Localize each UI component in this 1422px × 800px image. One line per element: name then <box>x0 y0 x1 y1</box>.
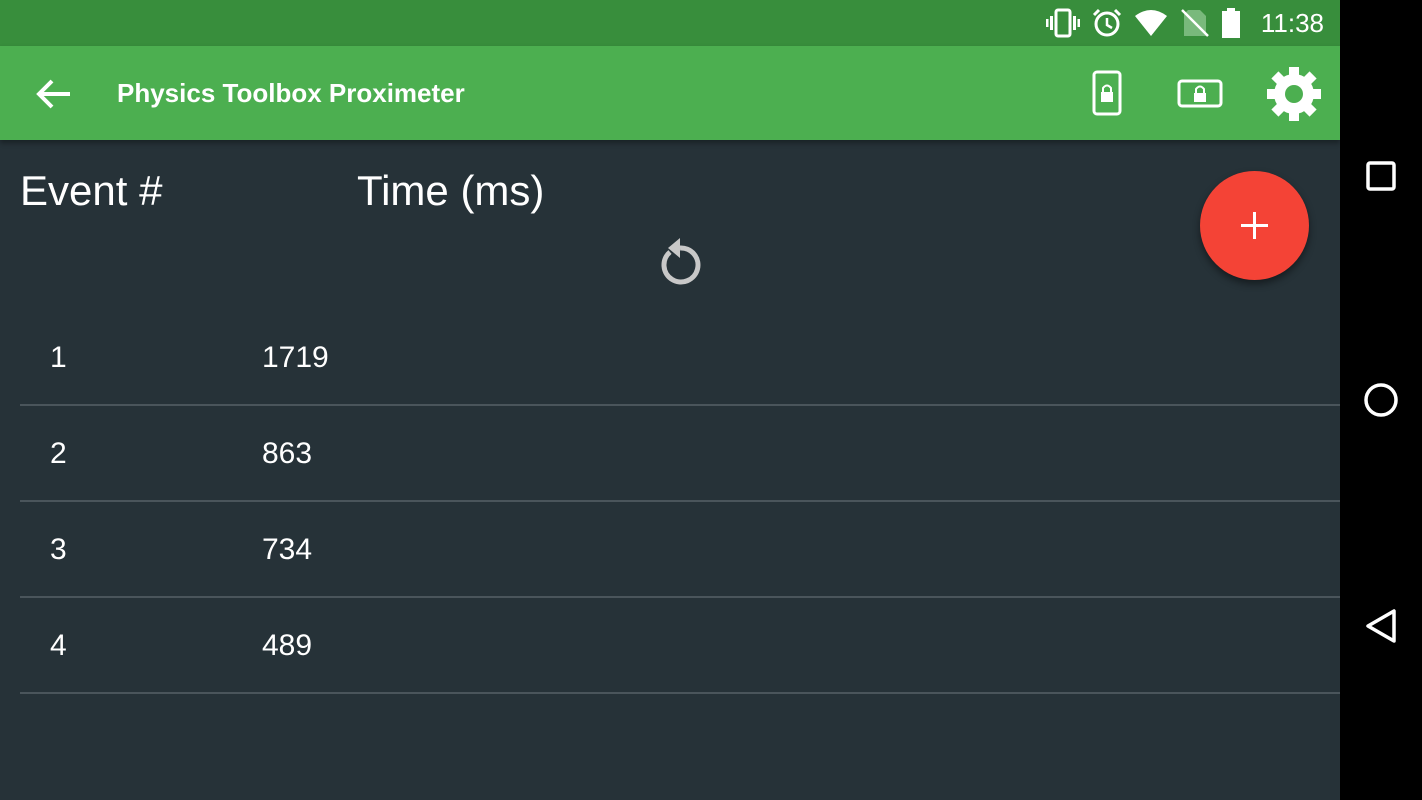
settings-button[interactable] <box>1264 64 1324 124</box>
event-table: 1 1719 2 863 3 734 4 489 <box>20 310 1340 694</box>
time-column-header: Time (ms) <box>357 167 545 214</box>
back-arrow-icon <box>36 79 70 109</box>
settings-gear-icon <box>1267 67 1321 121</box>
vibrate-icon <box>1046 8 1080 38</box>
time-cell: 863 <box>262 437 313 470</box>
plus-icon <box>1241 212 1268 239</box>
table-row: 2 863 <box>20 406 1340 502</box>
wifi-icon <box>1134 8 1168 38</box>
event-number-cell: 2 <box>50 437 67 470</box>
no-sim-icon <box>1178 8 1212 38</box>
home-button[interactable] <box>1357 376 1405 424</box>
app-title: Physics Toolbox Proximeter <box>117 78 465 108</box>
app-screen: 11:38 Physics Toolbox Proximeter Event #… <box>0 0 1340 800</box>
alarm-icon <box>1090 8 1124 38</box>
table-row: 4 489 <box>20 598 1340 694</box>
add-event-fab[interactable] <box>1200 171 1309 280</box>
status-clock: 11:38 <box>1260 8 1324 38</box>
lock-landscape-button[interactable] <box>1170 64 1230 124</box>
recents-square-icon <box>1366 161 1396 191</box>
time-cell: 1719 <box>262 341 329 374</box>
navigation-bar <box>1340 0 1422 800</box>
event-column-header: Event # <box>20 167 163 214</box>
event-number-cell: 1 <box>50 341 67 374</box>
nav-back-button[interactable] <box>1357 602 1405 650</box>
status-bar: 11:38 <box>0 0 1340 46</box>
recents-button[interactable] <box>1357 152 1405 200</box>
home-circle-icon <box>1364 383 1398 417</box>
back-triangle-icon <box>1366 609 1396 643</box>
battery-icon <box>1218 8 1244 38</box>
time-cell: 489 <box>262 629 313 662</box>
event-number-cell: 3 <box>50 533 67 566</box>
refresh-icon <box>661 238 701 285</box>
back-arrow-button[interactable] <box>30 71 76 117</box>
screen-lock-portrait-icon <box>1092 70 1122 116</box>
table-row: 3 734 <box>20 502 1340 598</box>
screen-lock-landscape-icon <box>1177 79 1223 108</box>
time-cell: 734 <box>262 533 313 566</box>
app-bar: Physics Toolbox Proximeter <box>0 46 1340 140</box>
reset-button[interactable] <box>650 234 710 294</box>
table-row: 1 1719 <box>20 310 1340 406</box>
event-number-cell: 4 <box>50 629 67 662</box>
lock-portrait-button[interactable] <box>1077 64 1137 124</box>
